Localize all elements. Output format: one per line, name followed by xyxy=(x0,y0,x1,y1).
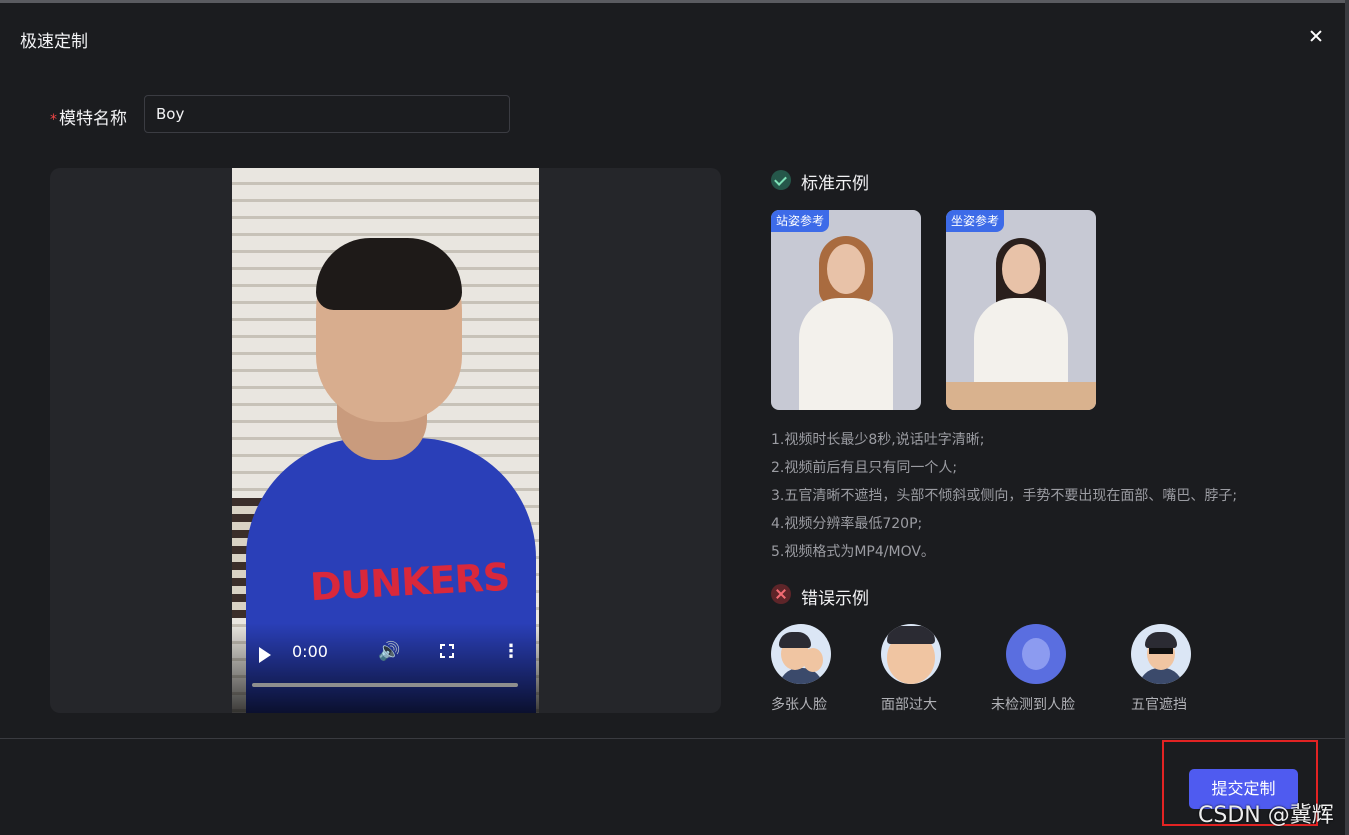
standing-reference-tag: 站姿参考 xyxy=(771,210,830,232)
video-player[interactable]: DUNKERS 0:00 🔊 ⋮ xyxy=(232,168,539,713)
requirement-item: 4.视频分辨率最低720P; xyxy=(771,516,923,532)
model-name-input[interactable]: Boy xyxy=(144,95,510,133)
close-icon[interactable] xyxy=(1306,27,1326,47)
check-circle-icon xyxy=(771,170,791,190)
video-subject-hair xyxy=(316,238,462,310)
video-time: 0:00 xyxy=(292,642,328,661)
features-covered-avatar xyxy=(1131,624,1191,684)
volume-icon[interactable]: 🔊 xyxy=(378,641,400,662)
wrong-example-label: 五官遮挡 xyxy=(1131,697,1187,713)
video-progress-bar[interactable] xyxy=(252,683,518,687)
watermark-text: CSDN @冀辉 xyxy=(1198,803,1334,828)
requirement-item: 2.视频前后有且只有同一个人; xyxy=(771,460,958,476)
required-mark: * xyxy=(50,112,57,128)
face-too-large-avatar xyxy=(881,624,941,684)
video-preview-panel: DUNKERS 0:00 🔊 ⋮ xyxy=(50,168,721,713)
requirement-item: 5.视频格式为MP4/MOV。 xyxy=(771,544,935,560)
fullscreen-icon[interactable] xyxy=(440,644,454,658)
sample-body xyxy=(799,298,893,410)
sitting-reference-image: 坐姿参考 xyxy=(946,210,1096,410)
dialog-title: 极速定制 xyxy=(20,32,88,52)
sample-desk xyxy=(946,382,1096,410)
wrong-example-label: 多张人脸 xyxy=(771,697,827,713)
window-right-border xyxy=(1345,0,1349,835)
standing-reference-image: 站姿参考 xyxy=(771,210,921,410)
model-name-label: * 模特名称 xyxy=(50,104,127,129)
requirements-list: 1.视频时长最少8秒,说话吐字清晰; 2.视频前后有且只有同一个人; 3.五官清… xyxy=(771,426,1237,566)
more-vertical-icon[interactable]: ⋮ xyxy=(502,641,520,662)
sample-head xyxy=(1002,244,1040,294)
video-controls xyxy=(232,623,539,713)
wrong-example-heading: 错误示例 xyxy=(801,589,869,609)
requirement-item: 3.五官清晰不遮挡，头部不倾斜或侧向，手势不要出现在面部、嘴巴、脖子; xyxy=(771,488,1238,504)
wrong-example-label: 面部过大 xyxy=(881,697,937,713)
play-icon[interactable] xyxy=(259,647,271,663)
no-face-avatar xyxy=(1006,624,1066,684)
multiple-faces-avatar xyxy=(771,624,831,684)
wrong-example-label: 未检测到人脸 xyxy=(991,697,1075,713)
window-top-border xyxy=(0,0,1349,3)
requirement-item: 1.视频时长最少8秒,说话吐字清晰; xyxy=(771,432,985,448)
model-name-label-text: 模特名称 xyxy=(59,109,127,129)
standard-example-heading: 标准示例 xyxy=(801,174,869,194)
footer-divider xyxy=(0,738,1349,739)
x-circle-icon xyxy=(771,584,791,604)
sample-head xyxy=(827,244,865,294)
sitting-reference-tag: 坐姿参考 xyxy=(946,210,1005,232)
